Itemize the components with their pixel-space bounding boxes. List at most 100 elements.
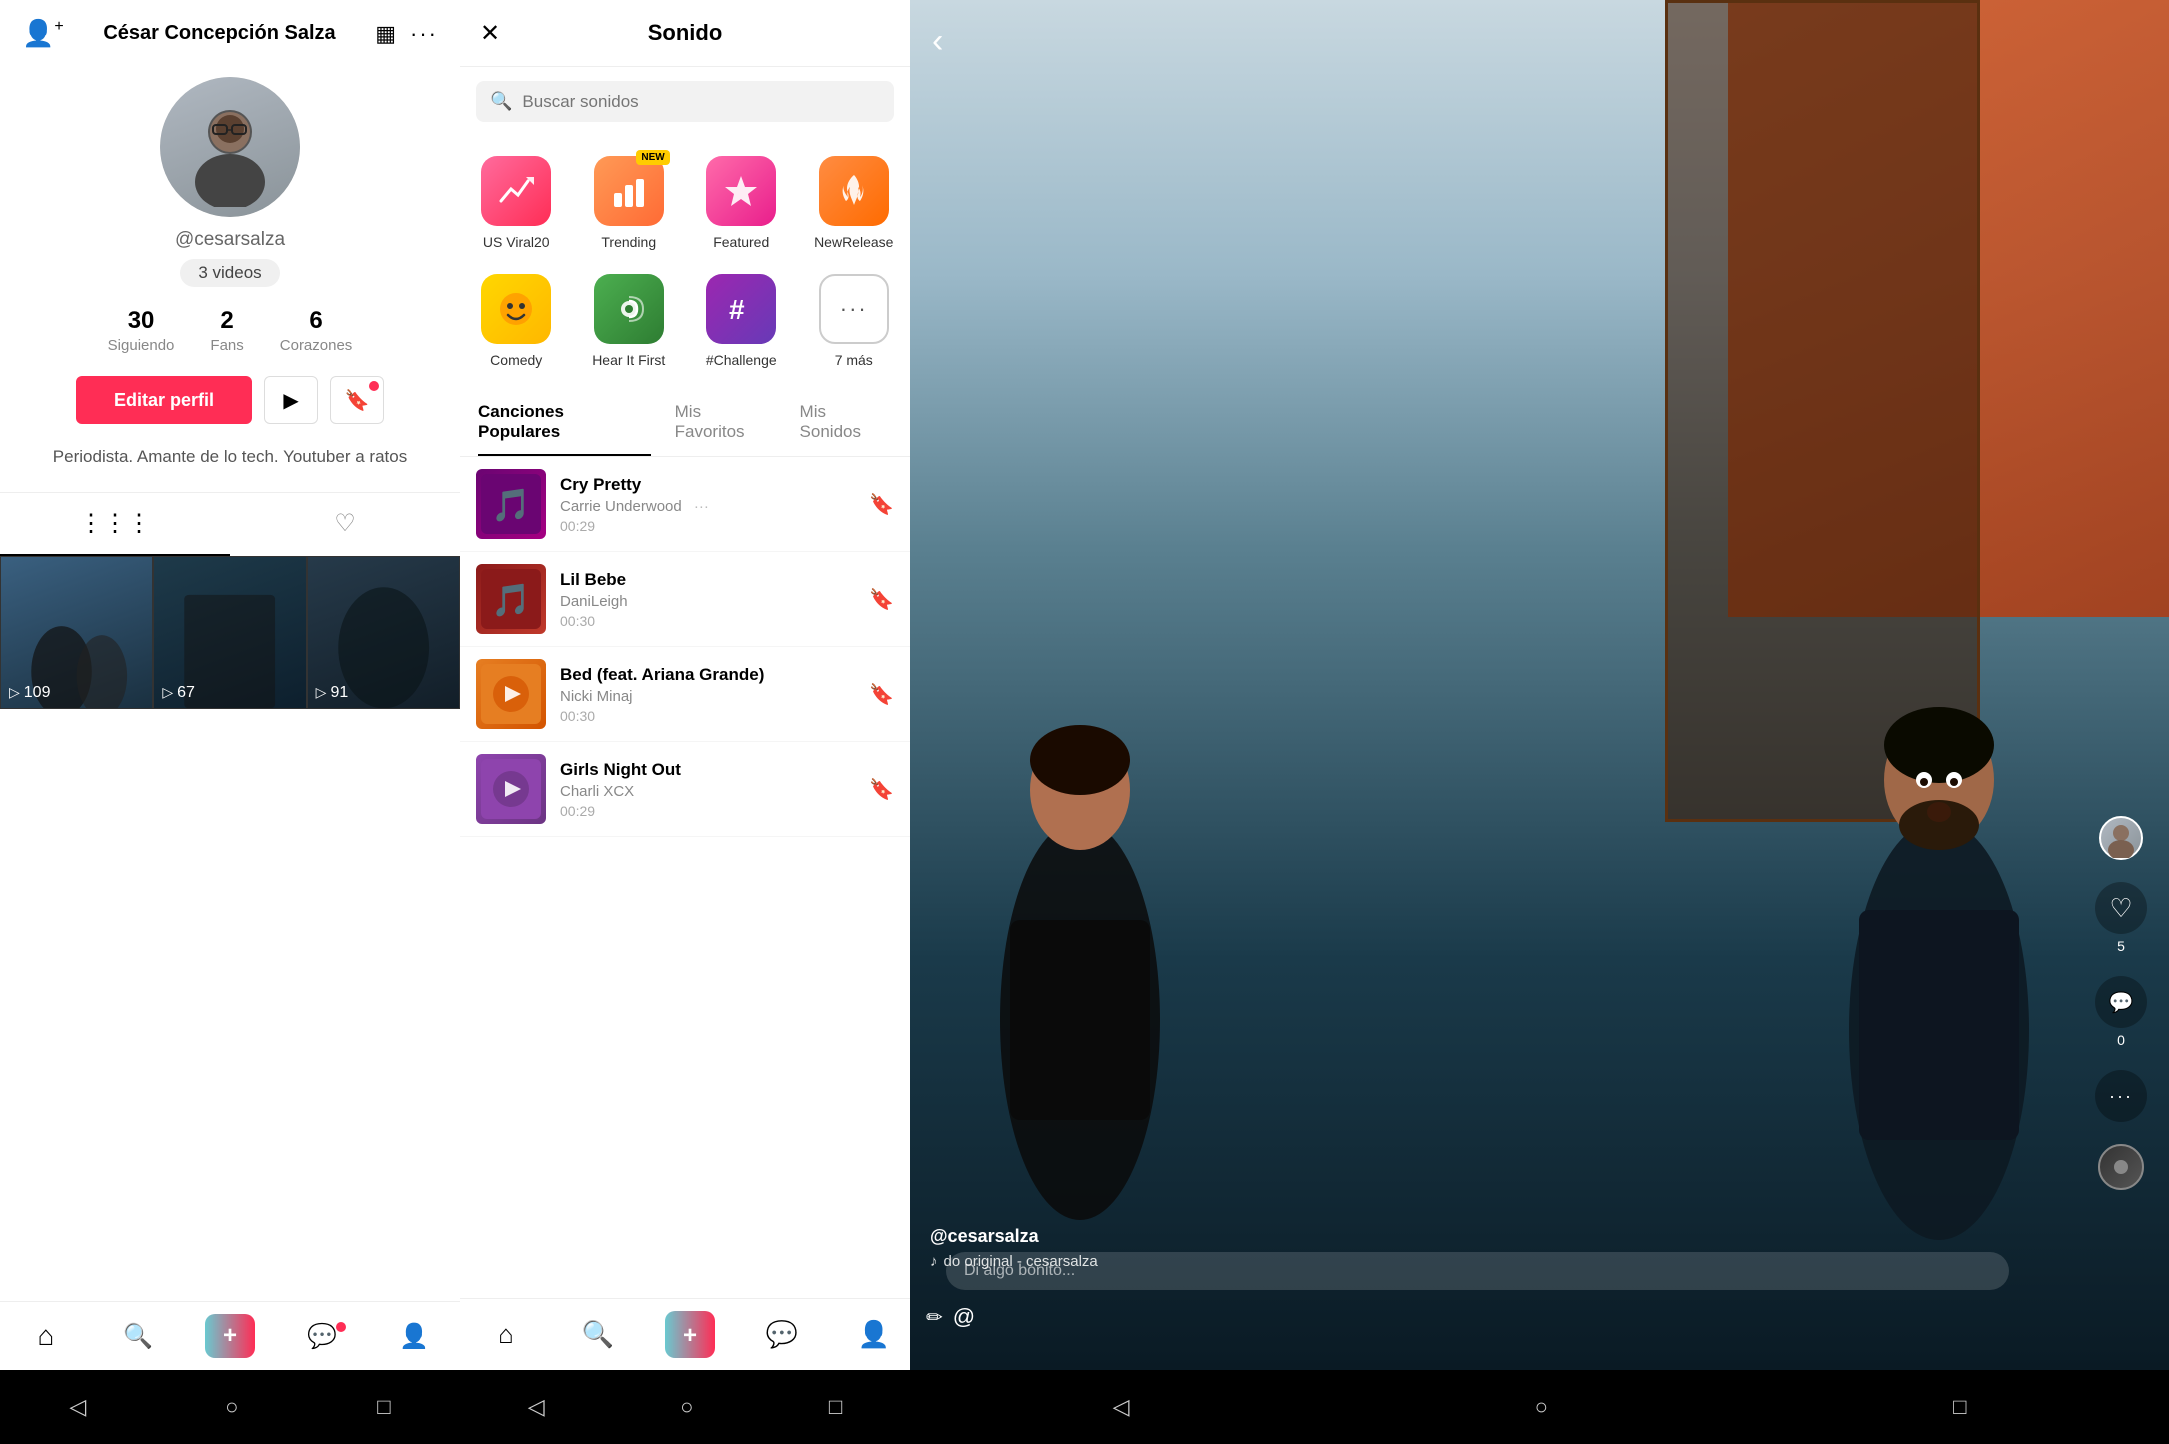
android-square-right[interactable]: □ (1953, 1394, 1966, 1420)
bookmark-icon-girls-night-out[interactable]: 🔖 (869, 777, 894, 802)
edit-profile-button[interactable]: Editar perfil (76, 376, 252, 424)
android-back-right[interactable]: ◁ (1113, 1394, 1130, 1420)
category-featured[interactable]: Featured (685, 144, 798, 262)
song-info-bed: Bed (feat. Ariana Grande) Nicki Minaj 00… (560, 665, 855, 724)
back-button[interactable]: ‹ (932, 22, 943, 61)
comment-input[interactable]: Di algo bonito... (946, 1252, 2009, 1290)
profile-header: 👤+ César Concepción Salza ▦ ··· (0, 0, 460, 67)
song-thumb-lil-bebe: 🎵 (476, 564, 546, 634)
svg-text:🎵: 🎵 (491, 487, 531, 523)
bookmark-icon-bed[interactable]: 🔖 (869, 682, 894, 707)
sounds-bottom-nav: ⌂ 🔍 + 💬 👤 (460, 1298, 920, 1370)
category-viral[interactable]: US Viral20 (460, 144, 573, 262)
nav-search[interactable]: 🔍 (92, 1314, 184, 1358)
nav-create[interactable]: + (184, 1314, 276, 1358)
tab-liked[interactable]: ♡ (230, 493, 460, 556)
hearitfirst-label: Hear It First (592, 352, 665, 368)
close-button[interactable]: ✕ (480, 19, 500, 48)
android-back-mid[interactable]: ◁ (528, 1394, 545, 1420)
android-home-left[interactable]: ○ (225, 1394, 238, 1420)
android-home-mid[interactable]: ○ (680, 1394, 693, 1420)
song-item-bed[interactable]: Bed (feat. Ariana Grande) Nicki Minaj 00… (460, 647, 910, 742)
song-info-girls-night-out: Girls Night Out Charli XCX 00:29 (560, 760, 855, 819)
category-more[interactable]: ··· 7 más (798, 262, 911, 380)
tab-grid[interactable]: ⋮⋮⋮ (0, 493, 230, 556)
heart-icon: ♡ (2095, 882, 2147, 934)
song-item-lil-bebe[interactable]: 🎵 Lil Bebe DaniLeigh 00:30 🔖 (460, 552, 910, 647)
like-button[interactable]: ♡ 5 (2095, 882, 2147, 954)
add-user-icon[interactable]: 👤+ (22, 18, 64, 49)
android-back-left[interactable]: ◁ (69, 1394, 86, 1420)
video-thumb-3[interactable]: ▷ 91 (307, 556, 460, 709)
nav-home[interactable]: ⌂ (0, 1314, 92, 1358)
bookmark-button[interactable]: 🔖 (330, 376, 384, 424)
sounds-nav-profile[interactable]: 👤 (828, 1311, 920, 1358)
more-options-icon[interactable]: ··· (410, 21, 438, 47)
video-thumb-2[interactable]: ▷ 67 (153, 556, 306, 709)
new-badge: NEW (636, 150, 669, 165)
category-newrelease[interactable]: NewRelease (798, 144, 911, 262)
action-buttons: Editar perfil ▶ 🔖 (76, 376, 384, 424)
tab-popular[interactable]: Canciones Populares (478, 402, 651, 456)
avatar (160, 77, 300, 217)
sounds-nav-create[interactable]: + (644, 1311, 736, 1358)
android-square-left[interactable]: □ (377, 1394, 390, 1420)
challenge-label: #Challenge (706, 352, 777, 368)
video-bottom-nav (910, 1310, 2169, 1370)
song-item-girls-night-out[interactable]: Girls Night Out Charli XCX 00:29 🔖 (460, 742, 910, 837)
bookmark-icon-lil-bebe[interactable]: 🔖 (869, 587, 894, 612)
tab-mysounds[interactable]: Mis Sonidos (800, 402, 892, 456)
search-bar[interactable]: 🔍 (476, 81, 894, 122)
android-square-mid[interactable]: □ (829, 1394, 842, 1420)
song-info-lil-bebe: Lil Bebe DaniLeigh 00:30 (560, 570, 855, 629)
category-challenge[interactable]: # #Challenge (685, 262, 798, 380)
comedy-label: Comedy (490, 352, 542, 368)
newrelease-icon (819, 156, 889, 226)
svg-text:#: # (729, 294, 745, 325)
android-nav-left: ◁ ○ □ (0, 1370, 460, 1444)
video-user-avatar[interactable] (2099, 816, 2143, 860)
song-info-cry-pretty: Cry Pretty Carrie Underwood ··· 00:29 (560, 475, 855, 534)
featured-label: Featured (713, 234, 769, 250)
category-comedy[interactable]: Comedy (460, 262, 573, 380)
bookmark-icon-cry-pretty[interactable]: 🔖 (869, 492, 894, 517)
profile-name: César Concepción Salza (103, 22, 335, 45)
android-home-right[interactable]: ○ (1535, 1394, 1548, 1420)
bottom-nav: ⌂ 🔍 + 💬 👤 (0, 1301, 460, 1370)
comment-button[interactable]: 💬 0 (2095, 976, 2147, 1048)
sounds-panel: ✕ Sonido 🔍 US Viral20 (460, 0, 910, 1370)
stats-row: 30 Siguiendo 2 Fans 6 Corazones (108, 307, 353, 354)
song-thumb-cry-pretty: 🎵 (476, 469, 546, 539)
category-trending[interactable]: NEW Trending (573, 144, 686, 262)
tab-favorites[interactable]: Mis Favoritos (675, 402, 776, 456)
music-note-icon: ♪ (930, 1253, 938, 1270)
sounds-nav-messages[interactable]: 💬 (736, 1311, 828, 1358)
more-dots-icon: ··· (2095, 1070, 2147, 1122)
sounds-nav-home[interactable]: ⌂ (460, 1311, 552, 1358)
youtube-button[interactable]: ▶ (264, 376, 318, 424)
sounds-header: ✕ Sonido (460, 0, 910, 67)
android-nav-right: ◁ ○ □ (910, 1370, 2169, 1444)
category-hearitfirst[interactable]: Hear It First (573, 262, 686, 380)
grid-icon[interactable]: ▦ (375, 21, 396, 47)
bio: Periodista. Amante de lo tech. Youtuber … (23, 444, 437, 470)
nav-messages[interactable]: 💬 (276, 1314, 368, 1358)
sounds-nav-search[interactable]: 🔍 (552, 1311, 644, 1358)
viral-icon (481, 156, 551, 226)
more-icon: ··· (819, 274, 889, 344)
side-actions: ♡ 5 💬 0 ··· (2095, 816, 2147, 1190)
video-thumb-1[interactable]: ▷ 109 (0, 556, 153, 709)
songs-list: 🎵 Cry Pretty Carrie Underwood ··· 00:29 … (460, 457, 910, 1298)
song-item-cry-pretty[interactable]: 🎵 Cry Pretty Carrie Underwood ··· 00:29 … (460, 457, 910, 552)
nav-profile[interactable]: 👤 (368, 1314, 460, 1358)
comment-count: 0 (2117, 1032, 2125, 1048)
trending-icon: NEW (594, 156, 664, 226)
newrelease-label: NewRelease (814, 234, 893, 250)
hearitfirst-icon (594, 274, 664, 344)
stat-hearts: 6 Corazones (280, 307, 353, 354)
comedy-icon (481, 274, 551, 344)
search-input[interactable] (522, 92, 880, 112)
video-count-2: ▷ 67 (162, 684, 195, 702)
more-button[interactable]: ··· (2095, 1070, 2147, 1122)
video-tabs: ⋮⋮⋮ ♡ (0, 492, 460, 556)
